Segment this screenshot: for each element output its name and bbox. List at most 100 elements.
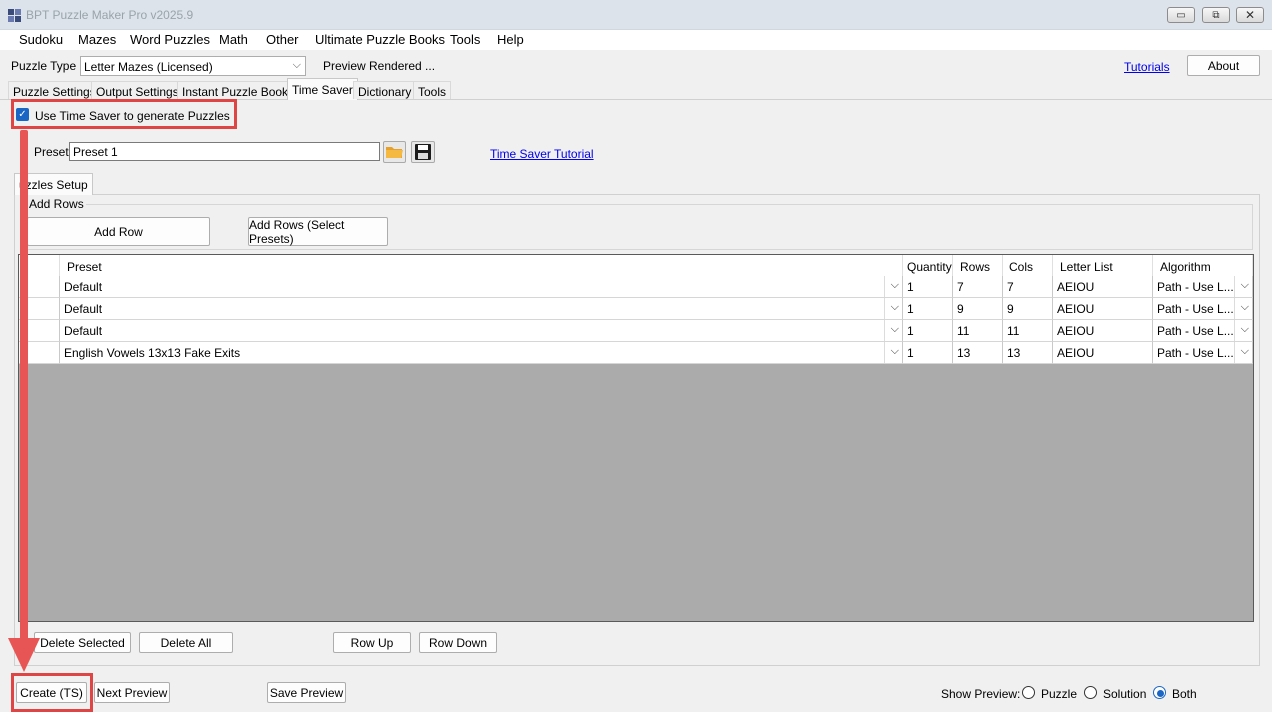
preset-combo[interactable]: Default ⌵ [60, 320, 903, 342]
column-header-letter-list[interactable]: Letter List [1053, 255, 1153, 277]
menu-sudoku[interactable]: Sudoku [19, 32, 63, 47]
radio-both[interactable] [1153, 686, 1166, 699]
radio-solution[interactable] [1084, 686, 1097, 699]
combo-separator [1234, 342, 1235, 363]
radio-both-label[interactable]: Both [1172, 687, 1197, 701]
combo-separator [884, 298, 885, 319]
row-down-button[interactable]: Row Down [419, 632, 497, 653]
quantity-cell[interactable]: 1 [903, 298, 953, 320]
menu-word-puzzles[interactable]: Word Puzzles [130, 32, 210, 47]
algorithm-cell-value: Path - Use L... [1157, 324, 1234, 338]
cols-cell[interactable]: 13 [1003, 342, 1053, 364]
combo-separator [884, 320, 885, 341]
preset-label: Preset [34, 145, 69, 159]
quantity-cell[interactable]: 1 [903, 276, 953, 298]
preset-input[interactable]: Preset 1 [69, 142, 380, 161]
close-button[interactable]: ✕ [1236, 7, 1264, 23]
rows-cell[interactable]: 13 [953, 342, 1003, 364]
chevron-down-icon: ⌵ [1240, 279, 1249, 291]
algorithm-combo[interactable]: Path - Use L... ⌵ [1153, 276, 1253, 298]
rows-cell[interactable]: 11 [953, 320, 1003, 342]
chevron-down-icon: ⌵ [1240, 323, 1249, 335]
add-rows-legend: Add Rows [27, 197, 86, 211]
column-header-rows[interactable]: Rows [953, 255, 1003, 277]
column-header-algorithm[interactable]: Algorithm [1153, 255, 1253, 277]
puzzle-type-label: Puzzle Type [11, 59, 77, 73]
menu-ultimate-puzzle-books[interactable]: Ultimate Puzzle Books [315, 32, 445, 47]
highlight-box-create [11, 673, 93, 712]
highlight-box-checkbox [11, 99, 237, 129]
rows-cell[interactable]: 7 [953, 276, 1003, 298]
delete-all-button[interactable]: Delete All [139, 632, 233, 653]
combo-separator [1234, 298, 1235, 319]
menu-mazes[interactable]: Mazes [78, 32, 116, 47]
radio-solution-label[interactable]: Solution [1103, 687, 1146, 701]
combo-separator [1234, 320, 1235, 341]
minimize-button[interactable]: ▭ [1167, 7, 1195, 23]
algorithm-combo[interactable]: Path - Use L... ⌵ [1153, 298, 1253, 320]
show-preview-label: Show Preview: [941, 687, 1021, 701]
preview-rendered-status: Preview Rendered ... [323, 59, 436, 73]
about-button[interactable]: About [1187, 55, 1260, 76]
folder-icon [386, 147, 403, 158]
cols-cell[interactable]: 9 [1003, 298, 1053, 320]
time-saver-tutorial-link[interactable]: Time Saver Tutorial [490, 147, 594, 161]
algorithm-cell-value: Path - Use L... [1157, 302, 1234, 316]
rows-cell[interactable]: 9 [953, 298, 1003, 320]
tab-tools[interactable]: Tools [413, 81, 452, 99]
menu-other[interactable]: Other [266, 32, 299, 47]
add-rows-select-presets-button[interactable]: Add Rows (Select Presets) [248, 217, 388, 246]
radio-puzzle-label[interactable]: Puzzle [1041, 687, 1077, 701]
maximize-button[interactable]: ⧉ [1202, 7, 1230, 23]
close-icon: ✕ [1244, 8, 1256, 22]
add-row-button[interactable]: Add Row [27, 217, 210, 246]
chevron-down-icon: ⌵ [890, 345, 899, 357]
letter-list-cell[interactable]: AEIOU [1053, 298, 1153, 320]
preset-cell-value: Default [64, 280, 103, 294]
combo-separator [884, 342, 885, 363]
preset-combo[interactable]: Default ⌵ [60, 276, 903, 298]
quantity-cell[interactable]: 1 [903, 320, 953, 342]
delete-selected-button[interactable]: Delete Selected [34, 632, 131, 653]
tab-dictionary[interactable]: Dictionary [353, 81, 417, 99]
chevron-down-icon: ⌵ [1240, 301, 1249, 313]
tab-instant-puzzle-books[interactable]: Instant Puzzle Books [177, 81, 300, 99]
letter-list-cell[interactable]: AEIOU [1053, 342, 1153, 364]
preset-combo[interactable]: English Vowels 13x13 Fake Exits ⌵ [60, 342, 903, 364]
algorithm-combo[interactable]: Path - Use L... ⌵ [1153, 342, 1253, 364]
tab-time-saver[interactable]: Time Saver [287, 78, 358, 100]
algorithm-combo[interactable]: Path - Use L... ⌵ [1153, 320, 1253, 342]
tab-output-settings[interactable]: Output Settings [91, 81, 184, 99]
menu-tools[interactable]: Tools [450, 32, 480, 47]
annotation-arrow-shaft [20, 130, 28, 640]
column-header-cols[interactable]: Cols [1003, 255, 1053, 277]
cols-cell[interactable]: 11 [1003, 320, 1053, 342]
menu-help[interactable]: Help [497, 32, 524, 47]
row-up-button[interactable]: Row Up [333, 632, 411, 653]
cols-cell[interactable]: 7 [1003, 276, 1053, 298]
open-folder-button[interactable] [383, 141, 406, 163]
next-preview-button[interactable]: Next Preview [94, 682, 170, 703]
puzzle-type-select[interactable]: Letter Mazes (Licensed) ⌵ [80, 56, 306, 76]
save-preset-button[interactable] [411, 141, 435, 163]
annotation-arrow-head [8, 638, 40, 672]
combo-separator [884, 276, 885, 297]
menu-math[interactable]: Math [219, 32, 248, 47]
radio-puzzle[interactable] [1022, 686, 1035, 699]
window-title: BPT Puzzle Maker Pro v2025.9 [26, 8, 194, 22]
preset-combo[interactable]: Default ⌵ [60, 298, 903, 320]
chevron-down-icon: ⌵ [890, 301, 899, 313]
quantity-cell[interactable]: 1 [903, 342, 953, 364]
tutorials-link[interactable]: Tutorials [1124, 60, 1170, 74]
column-header-preset[interactable]: Preset [60, 255, 903, 277]
preset-cell-value: Default [64, 324, 103, 338]
tab-puzzle-settings[interactable]: Puzzle Settings [8, 81, 101, 99]
letter-list-cell[interactable]: AEIOU [1053, 276, 1153, 298]
algorithm-cell-value: Path - Use L... [1157, 346, 1234, 360]
save-preview-button[interactable]: Save Preview [267, 682, 346, 703]
column-header-quantity[interactable]: Quantity [903, 255, 953, 277]
chevron-down-icon: ⌵ [890, 279, 899, 291]
chevron-down-icon: ⌵ [890, 323, 899, 335]
letter-list-cell[interactable]: AEIOU [1053, 320, 1153, 342]
app-icon [7, 7, 23, 23]
